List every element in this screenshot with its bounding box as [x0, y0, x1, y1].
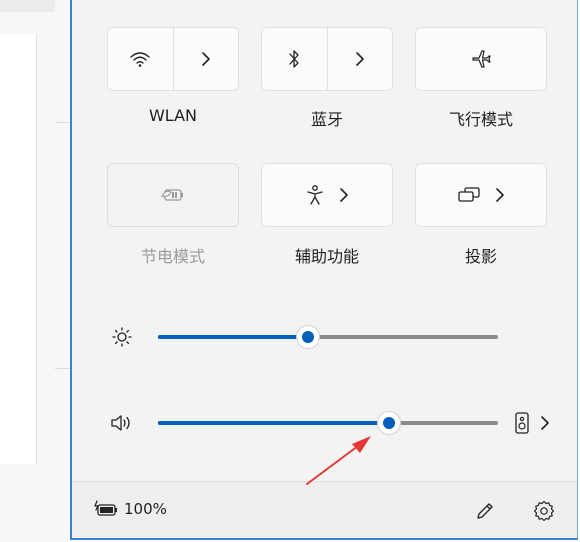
wlan-label: WLAN — [148, 106, 197, 125]
background-toolbar-strip — [0, 0, 55, 12]
pencil-icon — [474, 500, 496, 522]
wlan-toggle-button[interactable] — [108, 28, 173, 90]
quick-settings-footer: 100% — [72, 481, 577, 538]
accessibility-tile[interactable] — [261, 163, 393, 227]
project-label: 投影 — [464, 247, 497, 266]
background-divider — [55, 368, 70, 369]
bluetooth-tile — [261, 27, 393, 91]
volume-slider-fill — [158, 421, 390, 425]
brightness-slider-fill — [158, 335, 308, 339]
accessibility-icon — [305, 184, 325, 206]
settings-button[interactable] — [532, 499, 556, 527]
battery-saver-icon — [160, 187, 186, 203]
battery-saver-label: 节电模式 — [140, 247, 205, 266]
airplane-icon — [470, 48, 492, 70]
chevron-right-icon[interactable] — [540, 415, 550, 431]
brightness-slider-thumb[interactable] — [295, 325, 320, 349]
bluetooth-icon — [287, 49, 301, 69]
brightness-icon — [112, 327, 132, 347]
speaker-icon[interactable] — [110, 413, 134, 433]
project-tile[interactable] — [415, 163, 547, 227]
accessibility-label: 辅助功能 — [294, 247, 359, 266]
gear-icon — [532, 499, 556, 523]
bluetooth-label: 蓝牙 — [310, 110, 343, 129]
wlan-tile — [107, 27, 239, 91]
battery-status[interactable]: 100% — [94, 500, 167, 518]
project-icon — [457, 186, 481, 204]
chevron-right-icon — [339, 187, 349, 203]
chevron-right-icon — [495, 187, 505, 203]
airplane-mode-label: 飞行模式 — [448, 110, 513, 129]
volume-slider-thumb[interactable] — [377, 411, 402, 435]
battery-icon — [94, 500, 120, 518]
bluetooth-expand-button[interactable] — [328, 28, 393, 90]
battery-saver-tile[interactable] — [107, 163, 239, 227]
audio-output-icon[interactable] — [514, 411, 530, 435]
wifi-icon — [129, 50, 151, 68]
bluetooth-toggle-button[interactable] — [262, 28, 327, 90]
chevron-right-icon — [355, 51, 365, 67]
background-divider — [55, 122, 70, 123]
quick-settings-panel: WLAN 蓝牙 飞行模式 节电模式 辅助功能 投影 100% — [70, 0, 578, 540]
background-window — [0, 0, 70, 542]
battery-percentage: 100% — [124, 500, 167, 518]
brightness-row — [102, 323, 572, 351]
wlan-expand-button[interactable] — [174, 28, 239, 90]
background-content-card — [0, 34, 37, 464]
chevron-right-icon — [201, 51, 211, 67]
volume-row — [102, 409, 572, 437]
airplane-mode-tile[interactable] — [415, 27, 547, 91]
brightness-slider[interactable] — [158, 325, 498, 349]
edit-quick-settings-button[interactable] — [474, 500, 496, 526]
volume-slider[interactable] — [158, 411, 498, 435]
